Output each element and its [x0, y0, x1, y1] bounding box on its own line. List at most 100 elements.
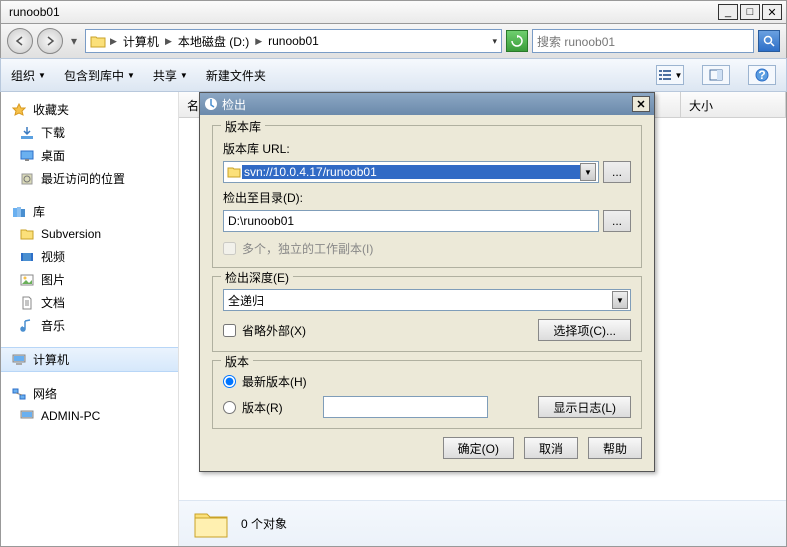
video-icon — [19, 249, 35, 265]
svg-text:?: ? — [758, 68, 765, 82]
head-revision-label: 最新版本(H) — [242, 373, 307, 390]
computer-icon — [11, 352, 27, 368]
sidebar-item-pictures[interactable]: 图片 — [1, 268, 178, 291]
network-icon — [11, 386, 27, 402]
sidebar-item-recent[interactable]: 最近访问的位置 — [1, 167, 178, 190]
arrow-right-icon — [45, 36, 55, 46]
folder-icon — [90, 34, 106, 48]
share-button[interactable]: 共享▼ — [153, 67, 188, 84]
revision-group: 版本 最新版本(H) 版本(R) 显示日志(L) — [212, 360, 642, 429]
revision-input[interactable] — [323, 396, 488, 418]
sidebar-libraries[interactable]: 库 — [1, 200, 178, 223]
repository-legend: 版本库 — [221, 118, 265, 135]
sidebar-item-subversion[interactable]: Subversion — [1, 223, 178, 245]
url-dropdown-button[interactable]: ▼ — [580, 163, 596, 181]
dialog-close-button[interactable]: ✕ — [632, 96, 650, 112]
list-view-icon — [658, 69, 672, 81]
sidebar-item-documents[interactable]: 文档 — [1, 291, 178, 314]
window-title: runoob01 — [5, 5, 716, 19]
repository-group: 版本库 版本库 URL: svn://10.0.4.17/runoob01 ▼ … — [212, 125, 642, 268]
refresh-button[interactable] — [506, 30, 528, 52]
folder-icon — [193, 508, 229, 540]
recent-icon — [19, 171, 35, 187]
dir-input[interactable] — [223, 210, 599, 232]
search-button[interactable] — [758, 30, 780, 52]
svn-icon — [19, 226, 35, 242]
dialog-titlebar: 检出 ✕ — [200, 93, 654, 115]
depth-value: 全递归 — [226, 292, 612, 309]
star-icon — [11, 102, 27, 118]
help-icon: ? — [755, 68, 769, 82]
desktop-icon — [19, 148, 35, 164]
omit-externals-checkbox[interactable] — [223, 324, 236, 337]
search-input[interactable]: 搜索 runoob01 — [532, 29, 754, 53]
maximize-button[interactable]: □ — [740, 4, 760, 20]
choose-items-button[interactable]: 选择项(C)... — [538, 319, 631, 341]
download-icon — [19, 125, 35, 141]
depth-group: 检出深度(E) 全递归 ▼ 省略外部(X) 选择项(C)... — [212, 276, 642, 352]
cancel-button[interactable]: 取消 — [524, 437, 578, 459]
sidebar-favorites[interactable]: 收藏夹 — [1, 98, 178, 121]
help-button[interactable]: 帮助 — [588, 437, 642, 459]
status-bar: 0 个对象 — [179, 500, 786, 546]
url-combobox[interactable]: svn://10.0.4.17/runoob01 ▼ — [223, 161, 599, 183]
revision-label: 版本(R) — [242, 399, 283, 416]
sidebar-item-downloads[interactable]: 下载 — [1, 121, 178, 144]
preview-pane-button[interactable] — [702, 65, 730, 85]
sidebar-item-music[interactable]: 音乐 — [1, 314, 178, 337]
show-log-button[interactable]: 显示日志(L) — [538, 396, 631, 418]
status-count: 0 个对象 — [241, 515, 287, 532]
back-button[interactable] — [7, 28, 33, 54]
minimize-button[interactable]: _ — [718, 4, 738, 20]
sidebar-item-desktop[interactable]: 桌面 — [1, 144, 178, 167]
history-dropdown[interactable]: ▾ — [67, 30, 81, 52]
help-button[interactable]: ? — [748, 65, 776, 85]
forward-button[interactable] — [37, 28, 63, 54]
address-bar[interactable]: ▶ 计算机 ▶ 本地磁盘 (D:) ▶ runoob01 ▾ — [85, 29, 502, 53]
breadcrumb-computer[interactable]: 计算机 — [121, 33, 161, 50]
new-folder-button[interactable]: 新建文件夹 — [206, 67, 266, 84]
ok-button[interactable]: 确定(O) — [443, 437, 514, 459]
breadcrumb-drive[interactable]: 本地磁盘 (D:) — [176, 33, 251, 50]
music-icon — [19, 318, 35, 334]
url-value: svn://10.0.4.17/runoob01 — [242, 165, 580, 179]
view-options-button[interactable]: ▼ — [656, 65, 684, 85]
url-label: 版本库 URL: — [223, 140, 631, 157]
chevron-right-icon: ▶ — [255, 36, 262, 47]
picture-icon — [19, 272, 35, 288]
sidebar-network[interactable]: 网络 — [1, 382, 178, 405]
refresh-icon — [511, 35, 523, 47]
folder-icon — [226, 164, 242, 180]
sidebar-computer[interactable]: 计算机 — [1, 347, 178, 372]
checkout-dialog: 检出 ✕ 版本库 版本库 URL: svn://10.0.4.17/runoob… — [199, 92, 655, 472]
omit-externals-label: 省略外部(X) — [242, 322, 306, 339]
multi-checkbox — [223, 242, 236, 255]
search-placeholder: 搜索 runoob01 — [537, 33, 615, 50]
navigation-bar: ▾ ▶ 计算机 ▶ 本地磁盘 (D:) ▶ runoob01 ▾ 搜索 runo… — [0, 24, 787, 58]
content-area: 名称 修改日期 类型 大小 0 个对象 检出 ✕ 版本库 版本库 URL: — [179, 92, 786, 546]
address-dropdown-icon[interactable]: ▾ — [492, 36, 497, 47]
organize-button[interactable]: 组织▼ — [11, 67, 46, 84]
search-icon — [763, 35, 775, 47]
dir-label: 检出至目录(D): — [223, 189, 631, 206]
chevron-right-icon: ▶ — [165, 36, 172, 47]
breadcrumb-folder[interactable]: runoob01 — [266, 34, 321, 48]
revision-radio[interactable] — [223, 401, 236, 414]
depth-combobox[interactable]: 全递归 ▼ — [223, 289, 631, 311]
dialog-title: 检出 — [222, 96, 628, 113]
close-button[interactable]: ✕ — [762, 4, 782, 20]
chevron-right-icon: ▶ — [110, 36, 117, 47]
head-revision-radio[interactable] — [223, 375, 236, 388]
column-size[interactable]: 大小 — [681, 92, 786, 117]
dir-browse-button[interactable]: ... — [603, 210, 631, 232]
toolbar: 组织▼ 包含到库中▼ 共享▼ 新建文件夹 ▼ ? — [0, 58, 787, 92]
include-library-button[interactable]: 包含到库中▼ — [64, 67, 135, 84]
sidebar: 收藏夹 下载 桌面 最近访问的位置 库 Subversion — [1, 92, 179, 546]
url-browse-button[interactable]: ... — [603, 161, 631, 183]
pane-icon — [709, 69, 723, 81]
sidebar-item-adminpc[interactable]: ADMIN-PC — [1, 405, 178, 427]
sidebar-item-videos[interactable]: 视频 — [1, 245, 178, 268]
depth-dropdown-button[interactable]: ▼ — [612, 291, 628, 309]
revision-legend: 版本 — [221, 353, 253, 370]
pc-icon — [19, 408, 35, 424]
